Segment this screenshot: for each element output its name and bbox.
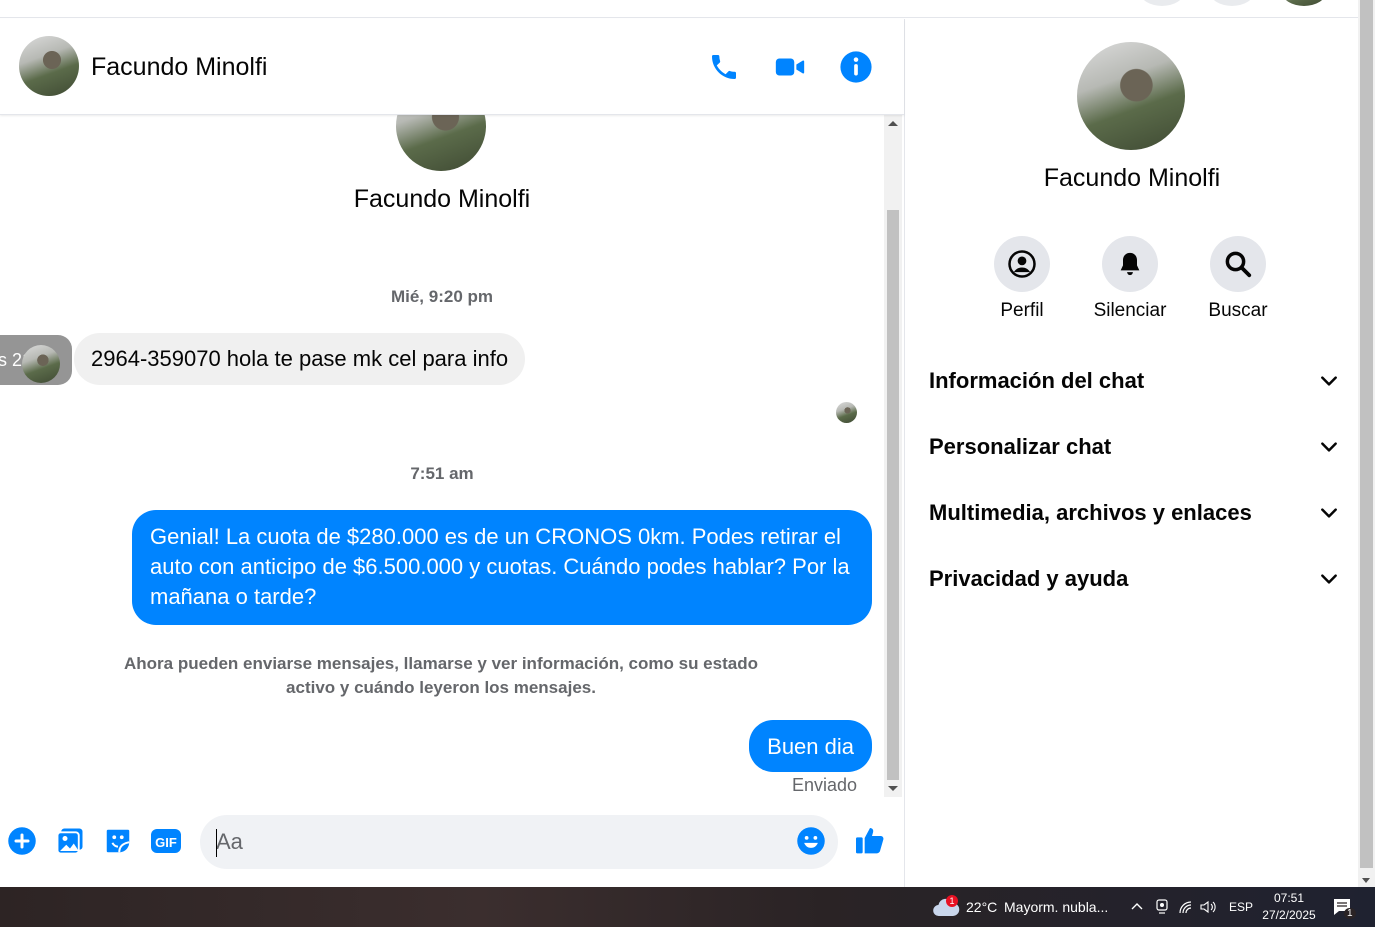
page-scrollbar[interactable] [1358, 0, 1375, 887]
volume-button[interactable] [1200, 887, 1218, 927]
video-call-button[interactable] [772, 49, 808, 85]
chevron-down-icon [1321, 508, 1337, 518]
windows-taskbar: 1 22°C Mayorm. nubla... ESP 07:51 27/2/2… [0, 887, 1375, 927]
weather-badge: 1 [946, 895, 958, 907]
webcam-icon [1156, 899, 1168, 914]
conversation-details-panel: Facundo Minolfi Perfil Silenciar Buscar … [904, 19, 1358, 887]
text-caret [216, 829, 217, 857]
conversation-profile-avatar [396, 115, 486, 171]
chevron-down-icon [1321, 442, 1337, 452]
contact-avatar[interactable] [19, 36, 79, 96]
like-button[interactable] [854, 824, 886, 856]
gif-button[interactable]: GIF [150, 825, 182, 857]
section-chat-info[interactable]: Información del chat [929, 356, 1339, 406]
chevron-down-icon [1321, 376, 1337, 386]
sticker-icon [106, 829, 130, 853]
notifications-button[interactable]: 1 [1332, 887, 1364, 927]
video-camera-icon [775, 58, 805, 76]
input-language[interactable]: ESP [1229, 887, 1253, 927]
photo-gallery-icon [56, 828, 83, 855]
tray-meet-button[interactable] [1155, 887, 1169, 927]
scroll-up-arrow[interactable] [888, 121, 898, 126]
section-label: Información del chat [929, 368, 1145, 393]
read-receipt-avatar [836, 402, 857, 423]
account-avatar[interactable] [1282, 0, 1326, 6]
conversation-profile-name: Facundo Minolfi [353, 185, 531, 213]
top-nav-button[interactable] [1140, 0, 1184, 6]
section-label: Privacidad y ayuda [929, 566, 1129, 591]
page-scroll-down-arrow[interactable] [1362, 878, 1370, 883]
speaker-icon [1200, 900, 1216, 914]
clock-date: 27/2/2025 [1262, 908, 1316, 922]
tray-overflow-button[interactable] [1130, 887, 1144, 927]
chevron-up-icon [1131, 903, 1143, 910]
section-label: Multimedia, archivos y enlaces [929, 500, 1252, 525]
weather-temp[interactable]: 22°C [966, 887, 997, 927]
message-input[interactable] [200, 815, 838, 869]
chat-header: Facundo Minolfi [0, 19, 904, 115]
chevron-down-icon [1321, 574, 1337, 584]
messenger-window: Facundo Minolfi Facundo Minolfi Mié, 9:2… [0, 0, 1375, 927]
system-clock[interactable]: 07:51 27/2/2025 [1256, 890, 1322, 924]
info-icon [840, 51, 872, 83]
search-icon [1225, 251, 1252, 278]
profile-icon [1008, 250, 1036, 278]
outgoing-message-bubble[interactable]: Genial! La cuota de $280.000 es de un CR… [132, 510, 872, 625]
page-scroll-thumb[interactable] [1360, 0, 1373, 868]
message-list: Facundo Minolfi Mié, 9:20 pm s 21:20 296… [0, 115, 884, 799]
section-customize-chat[interactable]: Personalizar chat [929, 422, 1339, 472]
profile-action-button[interactable]: Perfil [977, 236, 1067, 322]
details-name: Facundo Minolfi [1043, 164, 1221, 192]
sticker-button[interactable] [102, 825, 134, 857]
section-privacy-support[interactable]: Privacidad y ayuda [929, 554, 1339, 604]
sender-avatar [22, 345, 60, 383]
notification-count: 1 [1344, 907, 1356, 919]
thumbs-up-icon [856, 828, 884, 854]
message-status: Enviado [791, 775, 857, 795]
profile-action-label: Perfil [1000, 300, 1044, 321]
top-bar [0, 0, 1358, 18]
gif-label: GIF [155, 835, 177, 850]
top-nav-button[interactable] [1210, 0, 1254, 6]
gif-icon: GIF [151, 829, 181, 853]
scroll-thumb[interactable] [887, 210, 899, 780]
weather-condition[interactable]: Mayorm. nubla... [1004, 887, 1108, 927]
attach-photo-button[interactable] [54, 825, 86, 857]
more-actions-button[interactable] [6, 825, 38, 857]
timestamp-divider: Mié, 9:20 pm [390, 287, 494, 306]
network-button[interactable] [1178, 887, 1194, 927]
wifi-icon [1179, 901, 1192, 914]
smiley-icon [797, 827, 825, 855]
outgoing-message-bubble[interactable]: Buen dia [749, 720, 872, 772]
incoming-message-bubble[interactable]: 2964-359070 hola te pase mk cel para inf… [74, 333, 526, 385]
conversation-info-button[interactable] [838, 49, 874, 85]
mute-action-label: Silenciar [1093, 300, 1167, 321]
connection-info-note: Ahora pueden enviarse mensajes, llamarse… [124, 654, 758, 697]
search-action-button[interactable]: Buscar [1193, 236, 1283, 322]
weather-widget[interactable] [932, 887, 960, 927]
clock-time: 07:51 [1273, 891, 1305, 905]
message-scrollbar[interactable] [884, 115, 902, 797]
section-media-files-links[interactable]: Multimedia, archivos y enlaces [929, 488, 1339, 538]
phone-call-button[interactable] [706, 49, 742, 85]
section-label: Personalizar chat [929, 434, 1112, 459]
phone-icon [712, 55, 736, 79]
mute-action-button[interactable]: Silenciar [1085, 236, 1175, 322]
timestamp-divider: 7:51 am [410, 464, 474, 483]
plus-circle-icon [8, 827, 36, 855]
details-avatar[interactable] [1077, 42, 1185, 150]
scroll-down-arrow[interactable] [888, 786, 898, 791]
bell-icon [1120, 252, 1140, 276]
message-composer: GIF [0, 805, 904, 887]
emoji-button[interactable] [795, 825, 827, 857]
contact-name[interactable]: Facundo Minolfi [91, 53, 267, 82]
search-action-label: Buscar [1208, 300, 1268, 321]
